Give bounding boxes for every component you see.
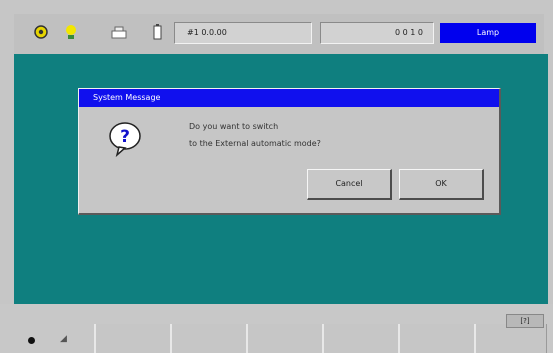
question-bubble-icon: ?	[105, 119, 145, 159]
system-message-dialog: System Message ? Do you want to switch t…	[78, 88, 501, 215]
mode-indicator[interactable]: Lamp	[440, 23, 536, 43]
softkey-2[interactable]	[170, 324, 247, 353]
ok-button[interactable]: OK	[399, 169, 484, 200]
screen: #1 0.0.00 0 0 1 0 Lamp System Message ? …	[0, 0, 553, 353]
softkey-1[interactable]	[94, 324, 171, 353]
message-line-1: Do you want to switch	[189, 122, 279, 131]
lamp-icon[interactable]	[62, 22, 80, 42]
softkey-5[interactable]	[398, 324, 475, 353]
svg-text:?: ?	[120, 127, 130, 147]
status-field: #1 0.0.00	[174, 22, 312, 44]
help-badge[interactable]: [?]	[506, 314, 544, 328]
arrow-icon: ◢	[60, 334, 67, 344]
printer-icon[interactable]	[110, 22, 128, 42]
status-led-icon	[28, 337, 35, 344]
softkey-4[interactable]	[322, 324, 399, 353]
status-field-text: #1 0.0.00	[187, 28, 227, 37]
message-line-2: to the External automatic mode?	[189, 139, 321, 148]
gear-icon[interactable]	[32, 22, 50, 42]
softkey-3[interactable]	[246, 324, 323, 353]
softkey-strip: ◢ [?]	[0, 304, 553, 353]
counter-field: 0 0 1 0	[320, 22, 434, 44]
counter-field-text: 0 0 1 0	[395, 28, 423, 37]
top-toolbar: #1 0.0.00 0 0 1 0 Lamp	[14, 14, 544, 54]
dialog-title: System Message	[79, 89, 499, 107]
battery-icon[interactable]	[148, 22, 166, 42]
softkey-6[interactable]	[474, 324, 547, 353]
cancel-button[interactable]: Cancel	[307, 169, 392, 200]
